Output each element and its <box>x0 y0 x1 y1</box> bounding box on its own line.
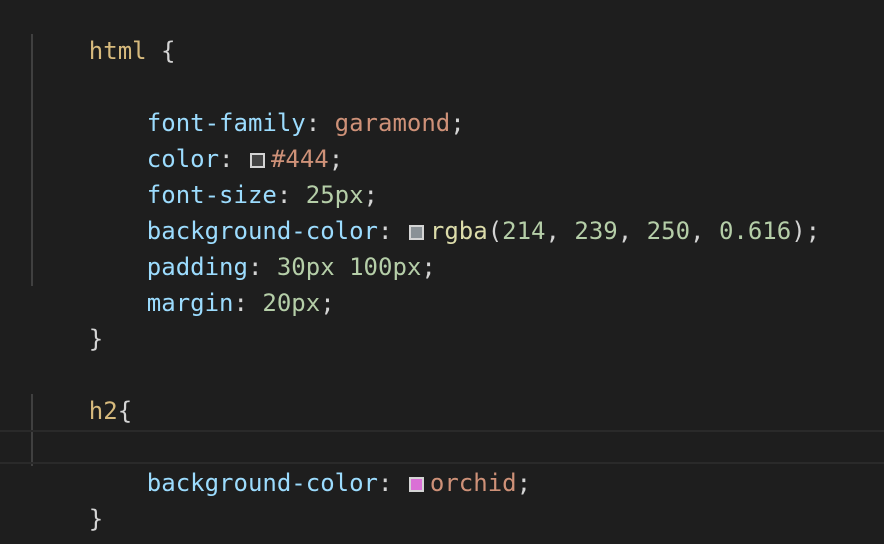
code-line[interactable]: background-color: orchid; <box>89 429 531 497</box>
close-brace: } <box>88 325 104 353</box>
code-line[interactable]: font-family: garamond; <box>89 69 465 137</box>
css-selector: h2 <box>88 397 118 425</box>
close-brace: } <box>88 505 104 533</box>
css-value: 100px <box>349 253 422 281</box>
open-brace: { <box>161 37 176 65</box>
code-line[interactable]: font-size: 25px; <box>89 141 378 209</box>
css-selector: html <box>88 37 147 65</box>
css-function: rgba <box>429 217 488 245</box>
css-value: 20px <box>262 289 321 317</box>
code-line[interactable]: h2{ <box>31 357 132 425</box>
open-brace: { <box>117 397 133 425</box>
code-line[interactable]: color: #444; <box>89 105 343 173</box>
css-property: background-color <box>146 469 378 497</box>
css-property: margin <box>146 289 234 317</box>
css-value: orchid <box>429 469 517 497</box>
code-line[interactable]: } <box>31 465 103 533</box>
code-line[interactable]: margin: 20px; <box>89 249 335 317</box>
code-line[interactable]: background-color: rgba(214, 239, 250, 0.… <box>89 177 820 245</box>
css-value: garamond <box>334 109 451 137</box>
code-line[interactable]: } <box>31 285 103 353</box>
color-swatch-icon[interactable] <box>408 477 424 492</box>
code-line[interactable]: padding: 30px 100px; <box>89 213 436 281</box>
code-line[interactable]: html { <box>31 0 176 65</box>
code-editor[interactable]: html { font-family: garamond; color: #44… <box>0 0 884 544</box>
